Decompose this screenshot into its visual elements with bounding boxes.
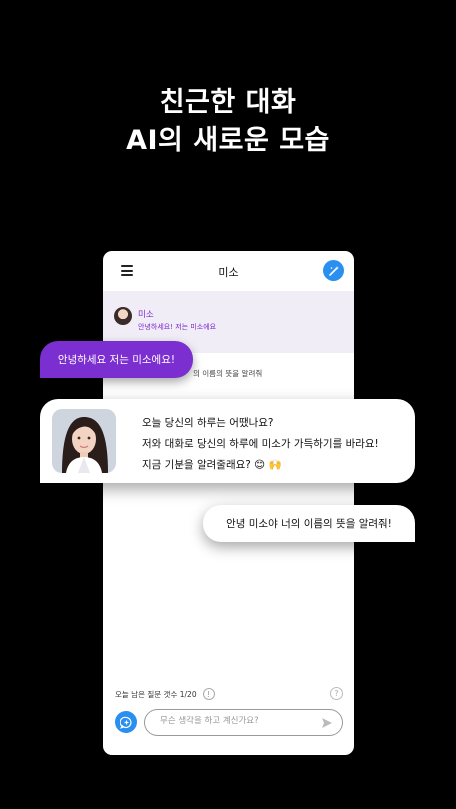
bot-message-line-3: 지금 기분을 알려줄래요? 😊 🙌 (142, 459, 282, 471)
avatar (114, 307, 132, 325)
bot-name: 미소 (138, 310, 154, 320)
quota-label: 오늘 남은 질문 갯수 1/20 (115, 689, 197, 699)
app-header: 미소 (103, 251, 354, 291)
add-button[interactable] (115, 711, 137, 733)
chat-plus-icon (119, 716, 132, 729)
user-message-bubble: 안녕 미소야 너의 이름의 뜻을 알려줘! (203, 505, 415, 542)
headline-line-1: 친근한 대화 (159, 87, 297, 118)
bot-message-line-1: 오늘 당신의 하루는 어땠나요? (142, 417, 274, 429)
bot-intro-bubble: 안녕하세요 저는 미소에요! (40, 341, 193, 378)
bot-message-text: 오늘 당신의 하루는 어땠나요? 저와 대화로 당신의 하루에 미소가 가득하기… (142, 413, 379, 476)
bot-avatar (52, 409, 116, 473)
message-input[interactable] (160, 716, 310, 726)
chat-title: 미소 (218, 266, 239, 279)
bot-message-line-2: 저와 대화로 당신의 하루에 미소가 가득하기를 바라요! (142, 438, 379, 450)
question-quota: 오늘 남은 질문 갯수 1/20 ! (115, 688, 215, 700)
send-icon[interactable] (321, 717, 333, 729)
bot-greeting-message: 안녕하세요! 저는 미소에요 (138, 323, 217, 331)
headline: 친근한 대화 AI의 새로운 모습 (0, 84, 456, 160)
help-icon[interactable]: ? (330, 687, 343, 700)
headline-line-2: AI의 새로운 모습 (126, 125, 330, 156)
bot-message-card: 오늘 당신의 하루는 어땠나요? 저와 대화로 당신의 하루에 미소가 가득하기… (40, 399, 415, 483)
message-input-box[interactable] (144, 709, 343, 736)
magic-wand-button[interactable] (323, 260, 344, 281)
phone-screen: 미소 미소 안녕하세요! 저는 미소에요 의 이름의 뜻을 알려줘 오늘 남은 … (103, 251, 354, 755)
user-message-partial: 의 이름의 뜻을 알려줘 (193, 369, 263, 378)
info-icon[interactable]: ! (202, 688, 215, 700)
magic-wand-icon (328, 265, 339, 276)
